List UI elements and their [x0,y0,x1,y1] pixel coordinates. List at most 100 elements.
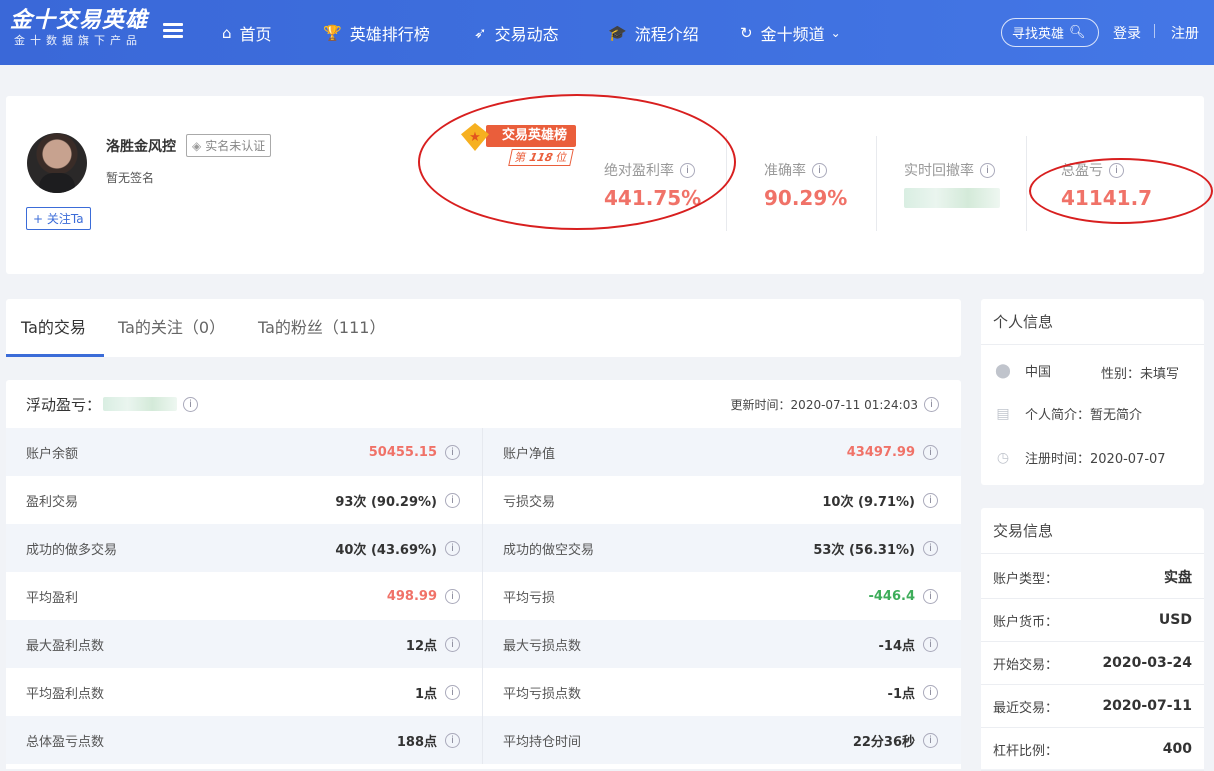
info-icon[interactable]: i [923,492,938,508]
info-icon[interactable]: i [923,732,938,748]
id-card-icon: ▤ [996,405,1010,422]
location-row: ⬤ 中国 [995,361,1051,381]
floating-pnl-label: 浮动盈亏： [26,395,102,414]
info-icon[interactable]: i [445,492,460,508]
divider [1026,136,1027,231]
table-row: 总体盈亏点数 188点 i 平均持仓时间 22分36秒 i [6,716,961,764]
stat-cell: 平均盈利点数 1点 i [6,668,483,716]
stat-label: 总体盈亏点数 [26,734,105,750]
info-icon[interactable]: i [445,444,460,460]
info-icon[interactable]: i [923,588,938,604]
nav-item-channel[interactable]: ↻ 金十频道 ⌄ [740,0,841,65]
home-icon: ⌂ [222,23,232,42]
stat-label: 账户余额 [26,446,79,462]
account-key: 最近交易： [993,700,1059,716]
follow-button[interactable]: + 关注Ta [26,207,91,230]
stat-label: 成功的做多交易 [26,542,118,558]
graduation-cap-icon: 🎓 [608,23,627,42]
tab-followers[interactable]: Ta的粉丝（111） [258,299,385,357]
stat-cell: 成功的做空交易 53次 (56.31%) i [483,524,960,572]
stat-label: 盈利交易 [26,494,79,510]
info-icon[interactable]: i [183,396,199,412]
search-label: 寻找英雄 [1012,27,1065,42]
tab-following[interactable]: Ta的关注（0） [118,299,225,357]
stat-cell: 最大盈利点数 12点 i [6,620,483,668]
info-icon[interactable]: i [923,636,938,652]
stat-drawdown: 实时回撤率 i [904,160,1000,212]
account-info-panel: 交易信息 账户类型： 实盘 账户货币： USD 开始交易： 2020-03-24 最近交易：… [981,508,1204,771]
nav-item-home[interactable]: ⌂ 首页 [222,0,272,65]
info-icon[interactable]: i [924,397,939,412]
table-row: 盈利交易 93次 (90.29%) i 亏损交易 10次 (9.71%) i [6,476,961,524]
logo[interactable]: 金十交易英雄 金十数据旗下产品 [10,8,160,48]
account-value: USD [1158,612,1192,628]
divider [1154,24,1155,38]
info-icon[interactable]: i [923,684,938,700]
clock-icon: ◷ [996,449,1010,466]
personal-info-panel: 个人信息 ⬤ 中国 性别：未填写 ▤ 个人简介：暂无简介 ◷ 注册时间：2020… [981,299,1204,485]
stat-cell: 平均亏损 -446.4 i [483,572,960,620]
signature: 暂无签名 [106,171,155,185]
stat-value: 498.99 [386,588,437,604]
account-row: 杠杆比例： 400 [981,728,1204,771]
verify-label: 实名未认证 [205,139,266,153]
stat-cell: 平均持仓时间 22分36秒 i [483,716,960,764]
search-hero-button[interactable]: 寻找英雄 🔍︎ [1001,18,1099,47]
menu-list-icon[interactable] [163,23,183,41]
info-icon[interactable]: i [923,444,938,460]
tab-trades[interactable]: Ta的交易 [21,299,86,357]
search-icon: 🔍︎ [1069,25,1086,40]
nav-item-label: 流程介绍 [634,24,699,44]
login-link[interactable]: 登录 [1113,23,1141,43]
account-value: 2020-07-11 [1102,698,1192,714]
trade-header: 浮动盈亏： i 更新时间：2020-07-11 01:24:03 i [6,380,961,428]
stat-label: 最大盈利点数 [26,638,105,654]
table-row: 平均盈利 498.99 i 平均亏损 -446.4 i [6,572,961,620]
stat-label: 平均亏损点数 [503,686,582,702]
gender: 性别：未填写 [1101,367,1180,382]
annotation-oval [1029,158,1213,224]
nav-item-process[interactable]: 🎓 流程介绍 [608,0,699,65]
stat-label: 平均盈利 [26,590,79,606]
info-icon[interactable]: i [812,162,827,178]
nav-item-trade-news[interactable]: ➶ 交易动态 [474,0,559,65]
stat-cell: 平均盈利 498.99 i [6,572,483,620]
info-icon[interactable]: i [980,162,995,178]
info-icon[interactable]: i [445,588,460,604]
user-name[interactable]: 洛胜金风控 [106,136,176,156]
account-value: 2020-03-24 [1102,655,1192,671]
info-icon[interactable]: i [445,636,460,652]
stat-cell: 亏损交易 10次 (9.71%) i [483,476,960,524]
register-link[interactable]: 注册 [1171,23,1199,43]
stat-value: 1点 [414,686,437,702]
blurred-value [904,188,1000,208]
stat-label: 账户净值 [503,446,556,462]
info-icon[interactable]: i [445,684,460,700]
nav-item-ranking[interactable]: 🏆 英雄排行榜 [323,0,430,65]
register-time-row: ◷ 注册时间：2020-07-07 [995,448,1166,468]
stat-label: 亏损交易 [503,494,556,510]
diamond-icon: ◈ [192,138,202,153]
account-row: 账户类型： 实盘 [981,556,1204,599]
stat-cell: 总体盈亏点数 188点 i [6,716,483,764]
stat-label: 平均盈利点数 [26,686,105,702]
table-row: 最大盈利点数 12点 i 最大亏损点数 -14点 i [6,620,961,668]
info-icon[interactable]: i [445,732,460,748]
info-icon[interactable]: i [923,540,938,556]
chevron-down-icon: ⌄ [830,25,841,40]
stat-label: 平均亏损 [503,590,556,606]
account-key: 杠杆比例： [993,743,1059,759]
profile-card: 洛胜金风控 ◈ 实名未认证 暂无签名 + 关注Ta 交易英雄榜 ★ 第 118 … [6,94,1213,274]
panel-title: 个人信息 [981,299,1204,345]
tab-bar: Ta的交易 Ta的关注（0） Ta的粉丝（111） [6,299,961,357]
stat-cell: 成功的做多交易 40次 (43.69%) i [6,524,483,572]
annotation-oval [418,94,736,230]
panel-title: 交易信息 [981,508,1204,554]
divider [876,136,877,231]
avatar[interactable] [27,133,87,193]
stat-value: 40次 (43.69%) [335,542,437,558]
blurred-value [103,397,178,411]
stat-cell: 账户净值 43497.99 i [483,428,960,476]
info-icon[interactable]: i [445,540,460,556]
logo-subtitle: 金十数据旗下产品 [14,34,142,47]
